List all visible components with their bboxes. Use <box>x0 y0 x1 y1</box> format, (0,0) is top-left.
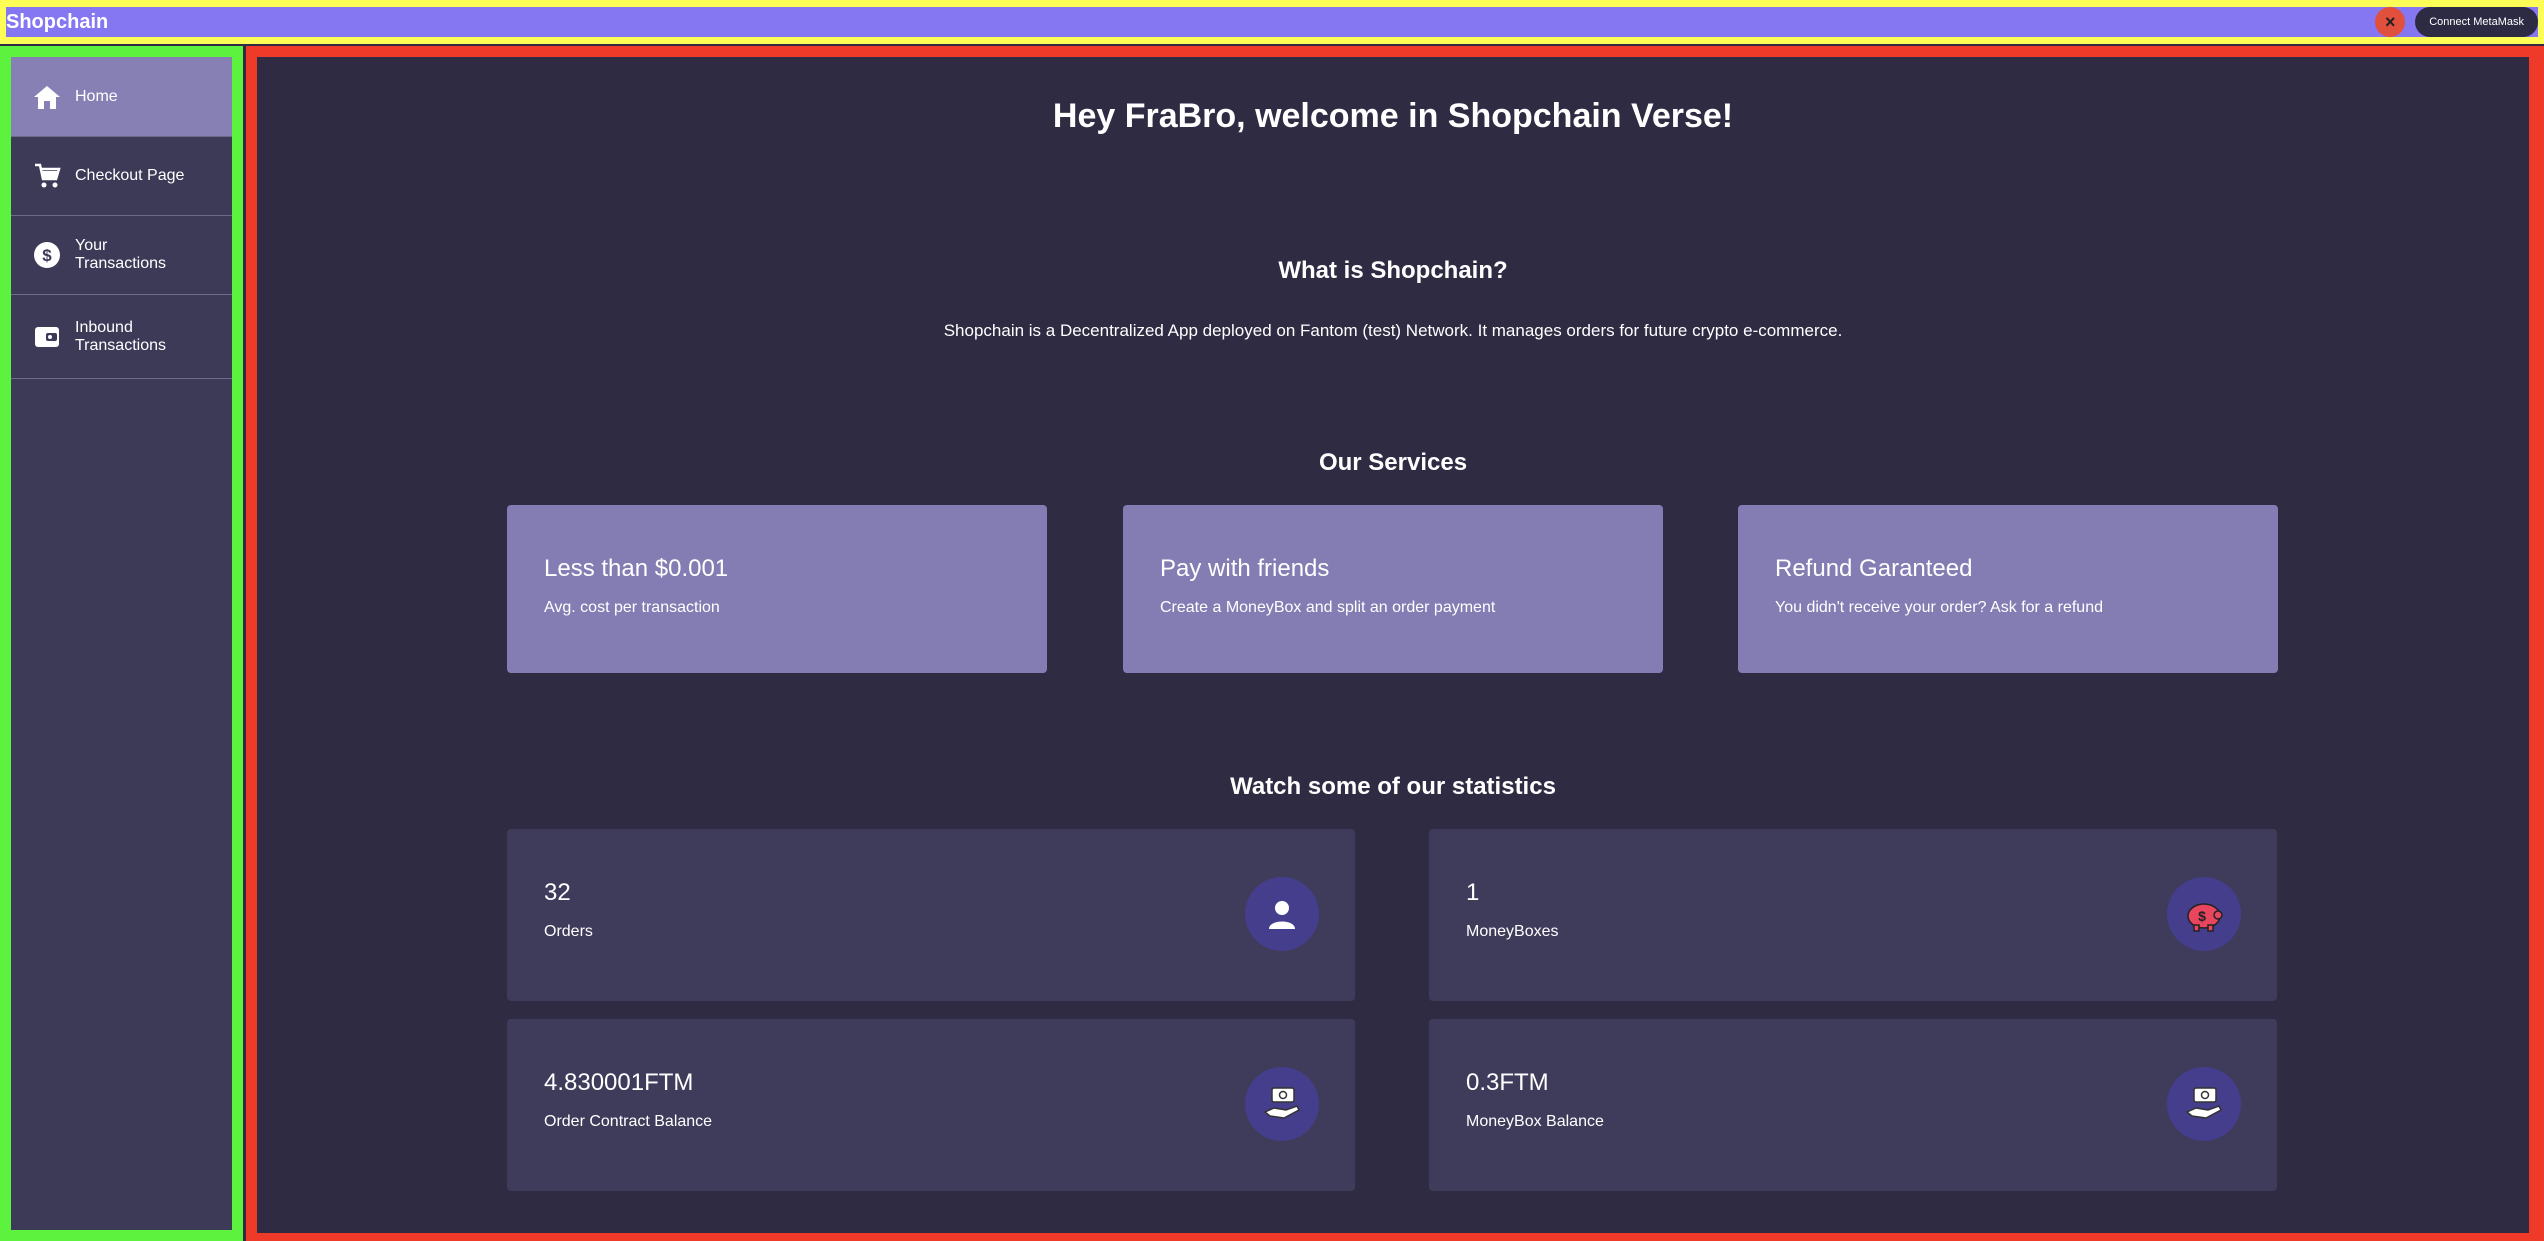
close-icon: × <box>2384 11 2396 32</box>
service-title: Refund Garanteed <box>1775 555 1973 582</box>
sidebar-item-home[interactable]: Home <box>11 57 232 137</box>
header-actions: × Connect MetaMask <box>2375 7 2538 37</box>
connect-metamask-button[interactable]: Connect MetaMask <box>2415 7 2538 37</box>
piggy-bank-icon: $ <box>2167 877 2241 951</box>
stat-card-orders: 32 Orders <box>507 829 1355 1001</box>
sidebar-item-label: Home <box>75 87 118 105</box>
sidebar-item-label: Your Transactions <box>75 237 166 272</box>
home-icon <box>33 83 61 111</box>
wallet-icon <box>33 323 61 351</box>
sidebar-item-label: Inbound Transactions <box>75 318 166 354</box>
statistics-heading: Watch some of our statistics <box>1230 773 1556 800</box>
svg-text:$: $ <box>42 246 52 265</box>
what-is-description: Shopchain is a Decentralized App deploye… <box>943 321 1843 340</box>
user-icon <box>1245 877 1319 951</box>
stat-label: Order Contract Balance <box>544 1113 713 1130</box>
service-subtitle: You didn't receive your order? Ask for a… <box>1775 599 2103 616</box>
service-card: Less than $0.001 Avg. cost per transacti… <box>507 505 1047 673</box>
svg-text:$: $ <box>2198 908 2206 924</box>
main-content: Hey FraBro, welcome in Shopchain Verse! … <box>257 57 2529 1233</box>
stat-label: Orders <box>544 923 593 940</box>
stat-value: 4.830001FTM <box>544 1069 694 1096</box>
service-card: Refund Garanteed You didn't receive your… <box>1738 505 2278 673</box>
stat-card-order-contract-balance: 4.830001FTM Order Contract Balance <box>507 1019 1355 1191</box>
stat-label: MoneyBoxes <box>1466 923 1559 940</box>
service-subtitle: Avg. cost per transaction <box>544 599 720 616</box>
sidebar: Home Checkout Page $ Your Transactions I… <box>11 57 232 1230</box>
sidebar-item-your-transactions[interactable]: $ Your Transactions <box>11 216 232 295</box>
money-hand-icon <box>2167 1067 2241 1141</box>
app-title: Shopchain <box>6 10 109 33</box>
what-is-heading: What is Shopchain? <box>1278 257 1508 284</box>
service-card: Pay with friends Create a MoneyBox and s… <box>1123 505 1663 673</box>
stat-value: 32 <box>544 879 571 906</box>
sidebar-item-inbound-transactions[interactable]: Inbound Transactions <box>11 295 232 379</box>
stat-card-moneyboxes: 1 MoneyBoxes $ <box>1429 829 2277 1001</box>
service-subtitle: Create a MoneyBox and split an order pay… <box>1160 599 1496 616</box>
app-header: Shopchain × Connect MetaMask <box>6 7 2538 37</box>
dollar-icon: $ <box>33 241 61 269</box>
welcome-heading: Hey FraBro, welcome in Shopchain Verse! <box>1052 97 1734 135</box>
stat-label: MoneyBox Balance <box>1466 1113 1604 1130</box>
service-title: Pay with friends <box>1160 555 1330 582</box>
cart-icon <box>33 162 61 190</box>
sidebar-item-checkout[interactable]: Checkout Page <box>11 137 232 216</box>
stat-value: 1 <box>1466 879 1480 906</box>
stat-card-moneybox-balance: 0.3FTM MoneyBox Balance <box>1429 1019 2277 1191</box>
stat-value: 0.3FTM <box>1466 1069 1549 1096</box>
money-hand-icon <box>1245 1067 1319 1141</box>
service-title: Less than $0.001 <box>544 555 729 582</box>
services-heading: Our Services <box>1318 449 1468 476</box>
close-button[interactable]: × <box>2375 7 2406 37</box>
sidebar-item-label: Checkout Page <box>75 167 185 184</box>
